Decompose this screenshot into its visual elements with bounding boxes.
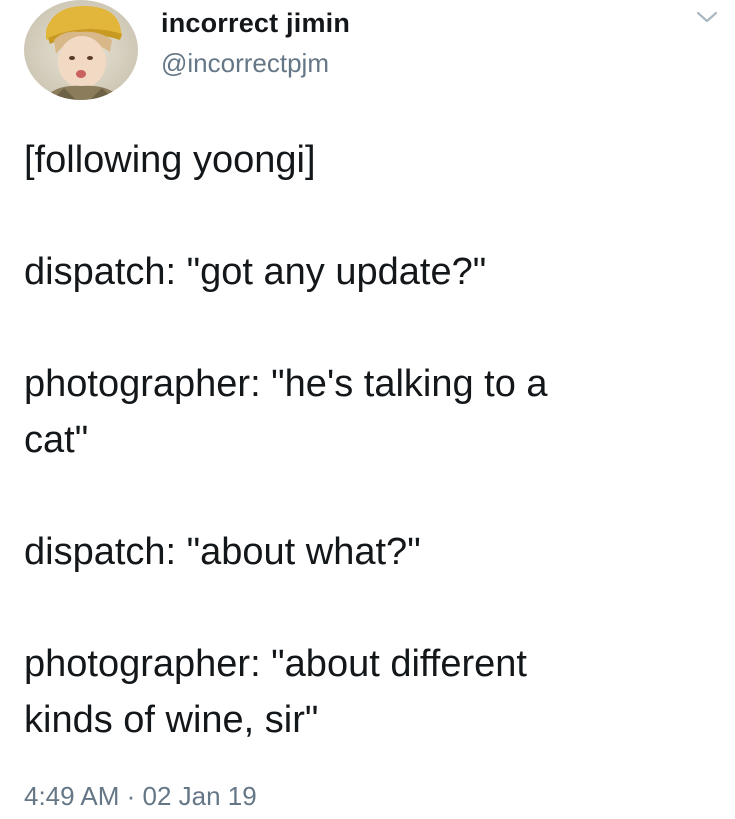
- tweet-line: [following yoongi]: [24, 139, 316, 181]
- avatar[interactable]: [24, 0, 138, 100]
- tweet-line: dispatch: "got any update?": [24, 251, 487, 293]
- tweet: incorrect jimin @incorrectpjm [following…: [0, 0, 735, 819]
- user-handle[interactable]: @incorrectpjm: [161, 48, 329, 79]
- tweet-line: cat": [24, 419, 89, 461]
- tweet-line: dispatch: "about what?": [24, 531, 421, 573]
- tweet-line: kinds of wine, sir": [24, 699, 319, 741]
- tweet-line: photographer: "he's talking to a: [24, 363, 548, 405]
- tweet-line: photographer: "about different: [24, 643, 527, 685]
- tweet-text: [following yoongi] dispatch: "got any up…: [24, 132, 714, 748]
- display-name[interactable]: incorrect jimin: [161, 8, 350, 39]
- chevron-down-icon-glyph: [696, 11, 718, 23]
- chevron-down-icon[interactable]: [690, 4, 724, 30]
- timestamp[interactable]: 4:49 AM · 02 Jan 19: [24, 781, 257, 812]
- avatar-image: [24, 0, 138, 100]
